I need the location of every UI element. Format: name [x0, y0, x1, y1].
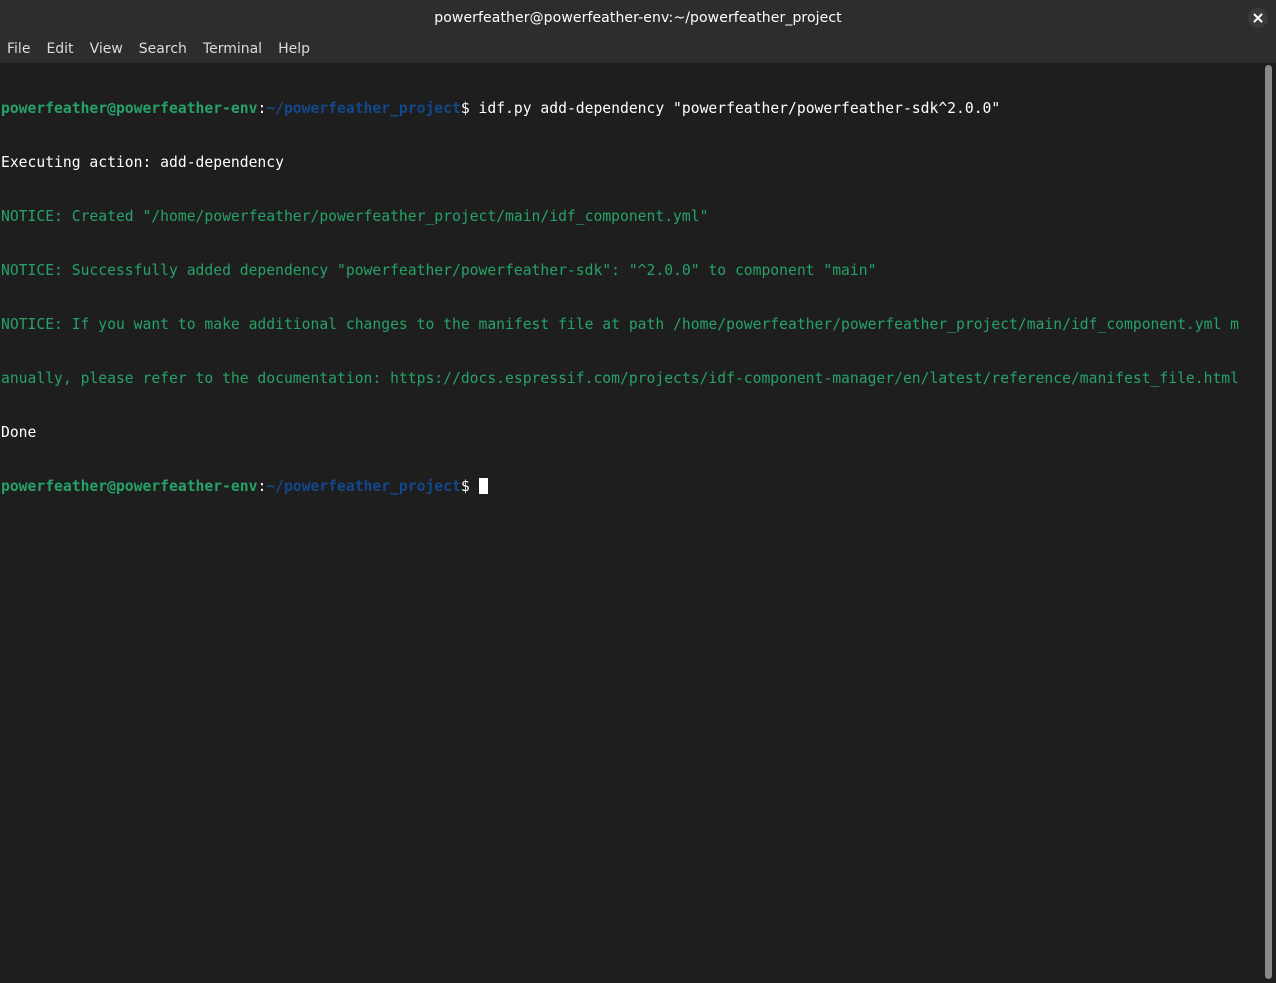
terminal-output[interactable]: powerfeather@powerfeather-env:~/powerfea…	[0, 63, 1262, 983]
menu-search[interactable]: Search	[131, 36, 195, 63]
vertical-scrollbar[interactable]	[1262, 63, 1276, 983]
window-title: powerfeather@powerfeather-env:~/powerfea…	[434, 10, 842, 26]
command-line: powerfeather@powerfeather-env:~/powerfea…	[0, 100, 1262, 118]
prompt-colon: :	[257, 100, 267, 117]
menu-help[interactable]: Help	[270, 36, 318, 63]
menu-terminal[interactable]: Terminal	[195, 36, 270, 63]
output-line: NOTICE: Created "/home/powerfeather/powe…	[1, 208, 709, 225]
current-prompt-line[interactable]: powerfeather@powerfeather-env:~/powerfea…	[0, 478, 1262, 496]
close-button[interactable]	[1248, 8, 1268, 28]
title-bar[interactable]: powerfeather@powerfeather-env:~/powerfea…	[0, 0, 1276, 36]
prompt-user: powerfeather@powerfeather-env	[1, 478, 258, 495]
scrollbar-thumb[interactable]	[1265, 65, 1272, 979]
output-line: Done	[1, 424, 37, 441]
command-text: idf.py add-dependency "powerfeather/powe…	[469, 100, 1001, 117]
menu-bar: File Edit View Search Terminal Help	[0, 36, 1276, 63]
output-line: NOTICE: Successfully added dependency "p…	[1, 262, 877, 279]
output-line: NOTICE: If you want to make additional c…	[1, 316, 1239, 333]
text-cursor	[478, 478, 488, 494]
prompt-path: ~/powerfeather_project	[266, 100, 461, 117]
prompt-user: powerfeather@powerfeather-env	[1, 100, 258, 117]
prompt-path: ~/powerfeather_project	[266, 478, 461, 495]
close-icon	[1253, 13, 1263, 23]
prompt-colon: :	[257, 478, 267, 495]
output-line: anually, please refer to the documentati…	[1, 370, 1239, 387]
menu-edit[interactable]: Edit	[38, 36, 81, 63]
prompt-symbol: $	[460, 478, 470, 495]
output-line: Executing action: add-dependency	[1, 154, 284, 171]
prompt-symbol: $	[460, 100, 470, 117]
menu-file[interactable]: File	[0, 36, 38, 63]
menu-view[interactable]: View	[82, 36, 131, 63]
terminal-window: powerfeather@powerfeather-env:~/powerfea…	[0, 0, 1276, 983]
